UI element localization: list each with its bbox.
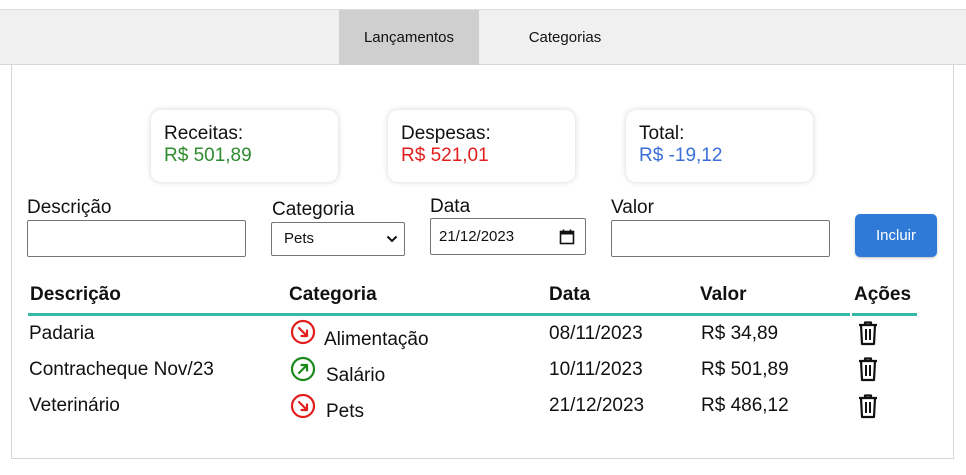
- row-data: 10/11/2023: [549, 359, 643, 380]
- despesas-label: Despesas:: [401, 123, 491, 144]
- row-data: 21/12/2023: [549, 395, 645, 416]
- row-categoria: Pets: [326, 401, 365, 422]
- arrow-down-right-circle-icon: [290, 393, 316, 419]
- header-descricao: Descrição: [28, 284, 287, 316]
- chevron-down-icon: [386, 235, 398, 243]
- total-label: Total:: [639, 123, 685, 144]
- tab-categorias[interactable]: Categorias: [490, 10, 640, 65]
- tab-lancamentos[interactable]: Lançamentos: [339, 10, 479, 65]
- despesas-value: R$ 521,01: [401, 145, 489, 166]
- receitas-card: Receitas: R$ 501,89: [151, 110, 338, 182]
- row-data: 08/11/2023: [549, 323, 643, 344]
- arrow-down-right-circle-icon: [290, 319, 316, 345]
- trash-icon[interactable]: [856, 356, 880, 382]
- receitas-label: Receitas:: [164, 123, 244, 144]
- valor-input[interactable]: [611, 220, 830, 257]
- header-data: Data: [547, 284, 698, 316]
- categoria-select-value: Pets: [284, 230, 315, 247]
- row-descricao: Padaria: [29, 323, 95, 344]
- header-categoria: Categoria: [287, 284, 547, 316]
- descricao-input[interactable]: [27, 220, 246, 257]
- row-categoria: Salário: [326, 365, 386, 386]
- trash-icon[interactable]: [856, 393, 880, 419]
- arrow-up-right-circle-icon: [290, 356, 316, 382]
- total-card: Total: R$ -19,12: [626, 110, 813, 182]
- valor-label: Valor: [611, 197, 654, 218]
- header-valor: Valor: [698, 284, 850, 316]
- descricao-label: Descrição: [27, 197, 112, 218]
- top-nav: Lançamentos Categorias: [0, 9, 966, 65]
- row-valor: R$ 486,12: [701, 395, 789, 416]
- receitas-value: R$ 501,89: [164, 145, 252, 166]
- row-descricao: Veterinário: [29, 395, 120, 416]
- trash-icon[interactable]: [856, 320, 880, 346]
- data-input[interactable]: 21/12/2023: [430, 218, 586, 255]
- row-valor: R$ 501,89: [701, 359, 789, 380]
- categoria-label: Categoria: [272, 199, 355, 220]
- data-label: Data: [430, 196, 471, 217]
- despesas-card: Despesas: R$ 521,01: [388, 110, 575, 182]
- header-acoes: Ações: [852, 284, 917, 316]
- data-input-value: 21/12/2023: [439, 228, 515, 245]
- row-descricao: Contracheque Nov/23: [29, 359, 214, 380]
- categoria-select[interactable]: Pets: [271, 222, 405, 256]
- incluir-button[interactable]: Incluir: [855, 214, 937, 257]
- row-valor: R$ 34,89: [701, 323, 779, 344]
- row-categoria: Alimentação: [324, 329, 429, 350]
- calendar-icon[interactable]: [559, 229, 575, 245]
- total-value: R$ -19,12: [639, 145, 723, 166]
